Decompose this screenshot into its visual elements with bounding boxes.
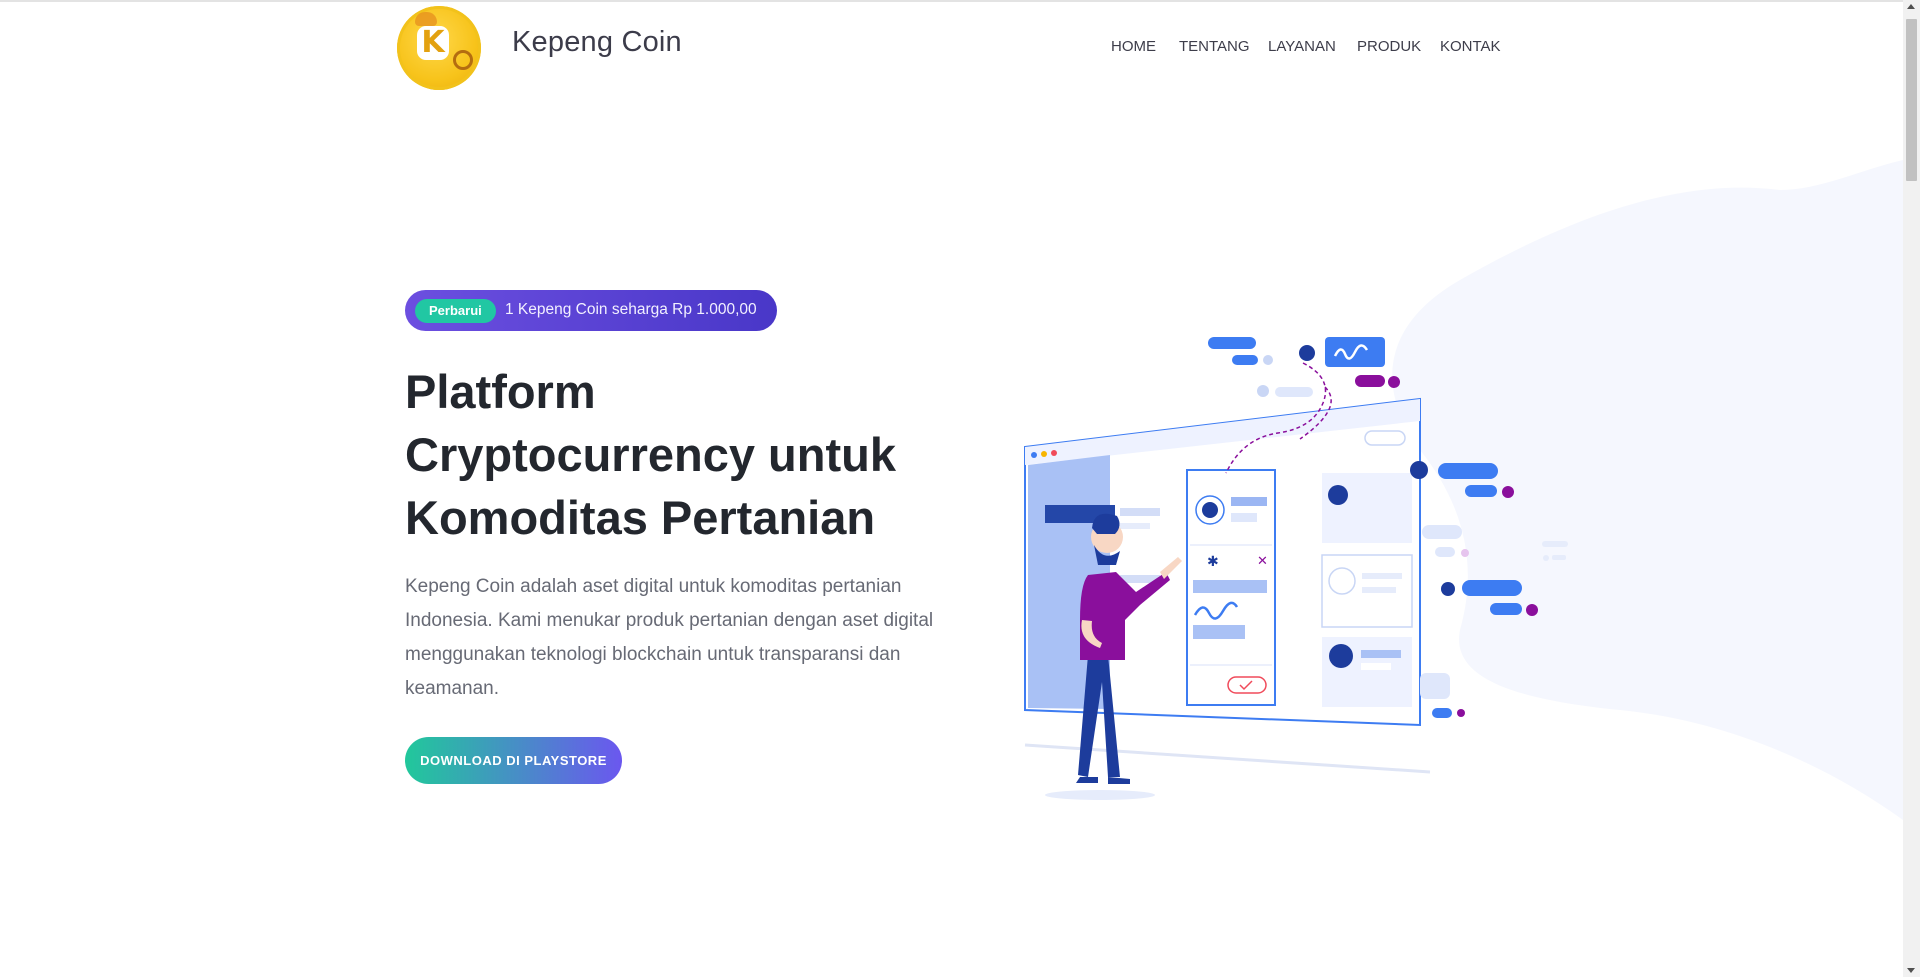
hero-title-line-1: Platform [405, 365, 596, 418]
nav-home[interactable]: HOME [1111, 38, 1156, 55]
dashboard-illustration: ✱ ✕ [1024, 337, 1568, 800]
scroll-thumb[interactable] [1906, 19, 1917, 181]
window-top-border [0, 0, 1920, 2]
hero-title-line-2: Cryptocurrency untuk [405, 428, 896, 481]
download-playstore-button[interactable]: DOWNLOAD DI PLAYSTORE [405, 737, 622, 784]
price-notice-text: 1 Kepeng Coin seharga Rp 1.000,00 [505, 301, 757, 318]
brand-logo[interactable]: K [397, 6, 481, 90]
hero-description: Kepeng Coin adalah aset digital untuk ko… [405, 576, 934, 699]
scroll-up-icon[interactable] [1907, 4, 1915, 9]
logo-k-icon: K [417, 26, 449, 60]
brand-name[interactable]: Kepeng Coin [512, 26, 682, 59]
nav-kontak[interactable]: KONTAK [1440, 38, 1501, 55]
update-badge: Perbarui [415, 299, 496, 323]
logo-coin-icon [453, 50, 473, 70]
price-notice-pill[interactable]: Perbarui 1 Kepeng Coin seharga Rp 1.000,… [405, 290, 777, 331]
scroll-down-icon[interactable] [1907, 968, 1915, 973]
hero-title: Platform Cryptocurrency untuk Komoditas … [405, 360, 965, 549]
svg-text:✕: ✕ [1257, 554, 1268, 569]
nav-produk[interactable]: PRODUK [1357, 38, 1421, 55]
svg-text:✱: ✱ [1207, 554, 1219, 570]
page-scrollbar[interactable] [1903, 0, 1920, 977]
hero-title-line-3: Komoditas Pertanian [405, 491, 876, 544]
nav-layanan[interactable]: LAYANAN [1268, 38, 1336, 55]
nav-tentang[interactable]: TENTANG [1179, 38, 1250, 55]
logo-figure-icon [415, 12, 437, 26]
